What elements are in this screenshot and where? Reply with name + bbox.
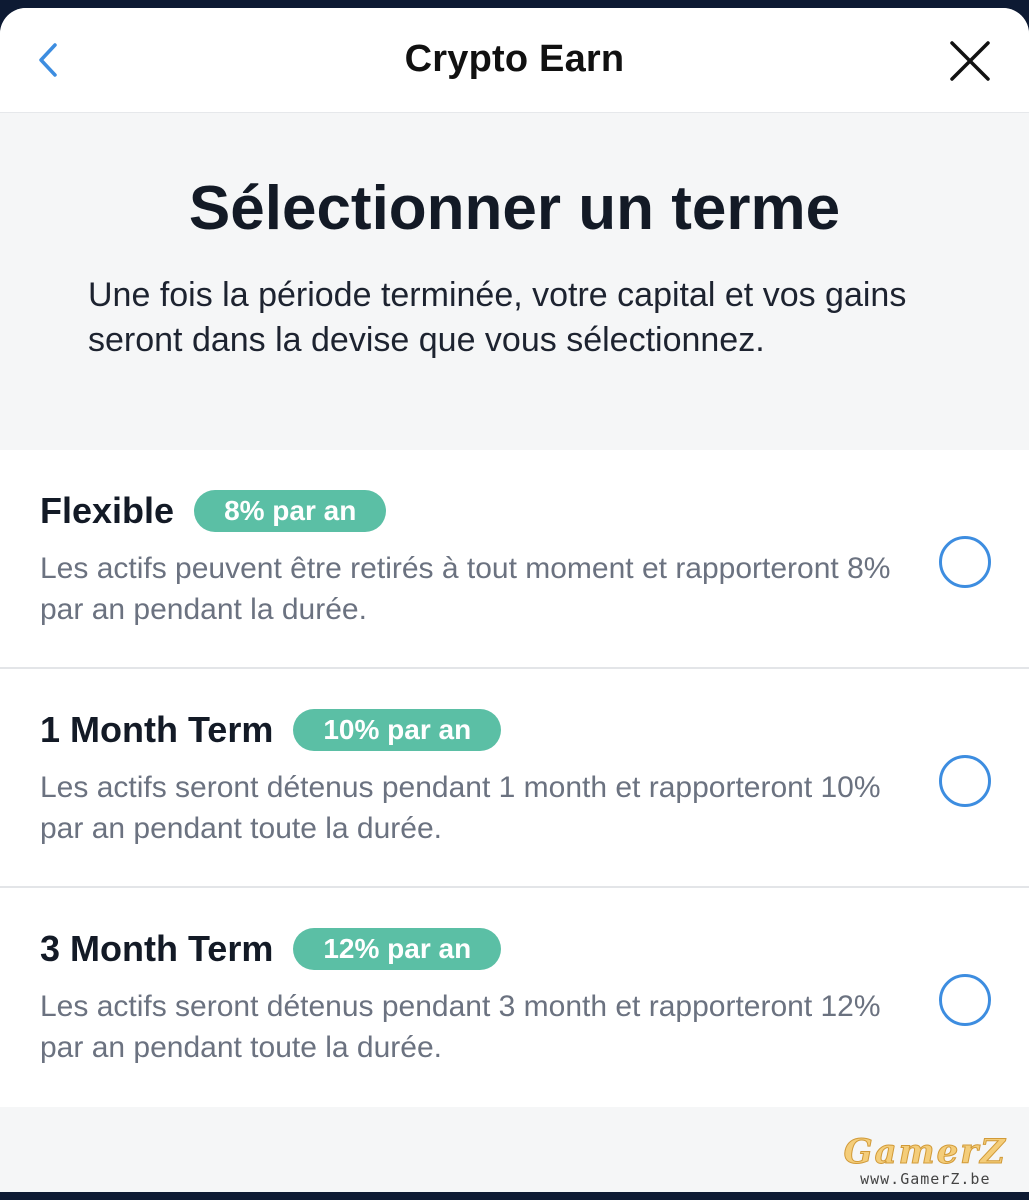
section-description: Une fois la période terminée, votre capi… bbox=[88, 276, 907, 360]
watermark: GamerZ www.GamerZ.be bbox=[843, 1132, 1007, 1189]
close-button[interactable] bbox=[947, 38, 993, 84]
radio-button-flexible[interactable] bbox=[939, 536, 991, 588]
intro-section: Sélectionner un terme Une fois la périod… bbox=[0, 113, 1029, 385]
term-options-list: Flexible 8% par an Les actifs peuvent êt… bbox=[0, 450, 1029, 1107]
close-icon bbox=[950, 41, 990, 81]
rate-badge: 10% par an bbox=[293, 709, 502, 751]
option-name: 1 Month Term bbox=[40, 709, 274, 750]
option-description: Les actifs seront détenus pendant 1 mont… bbox=[40, 771, 881, 845]
option-description: Les actifs peuvent être retirés à tout m… bbox=[40, 552, 891, 626]
section-heading: Sélectionner un terme bbox=[188, 174, 841, 243]
watermark-logo: GamerZ bbox=[843, 1132, 1007, 1172]
option-header: 1 Month Term 10% par an bbox=[40, 707, 909, 753]
option-name: Flexible bbox=[40, 490, 175, 531]
option-3-month-term[interactable]: 3 Month Term 12% par an Les actifs seron… bbox=[0, 888, 1029, 1107]
radio-button-3-month[interactable] bbox=[939, 974, 991, 1026]
watermark-url: www.GamerZ.be bbox=[860, 1170, 991, 1188]
option-description: Les actifs seront détenus pendant 3 mont… bbox=[40, 990, 881, 1064]
radio-button-1-month[interactable] bbox=[939, 755, 991, 807]
option-header: 3 Month Term 12% par an bbox=[40, 926, 909, 972]
modal-sheet: Crypto Earn Sélectionner un terme Une fo… bbox=[0, 8, 1029, 1192]
option-flexible[interactable]: Flexible 8% par an Les actifs peuvent êt… bbox=[0, 450, 1029, 669]
option-name: 3 Month Term bbox=[40, 928, 274, 969]
page-title: Crypto Earn bbox=[404, 38, 625, 80]
option-header: Flexible 8% par an bbox=[40, 488, 909, 534]
rate-badge: 12% par an bbox=[293, 928, 502, 970]
top-bar: Crypto Earn bbox=[0, 8, 1029, 113]
rate-badge: 8% par an bbox=[194, 490, 387, 532]
option-1-month-term[interactable]: 1 Month Term 10% par an Les actifs seron… bbox=[0, 669, 1029, 888]
